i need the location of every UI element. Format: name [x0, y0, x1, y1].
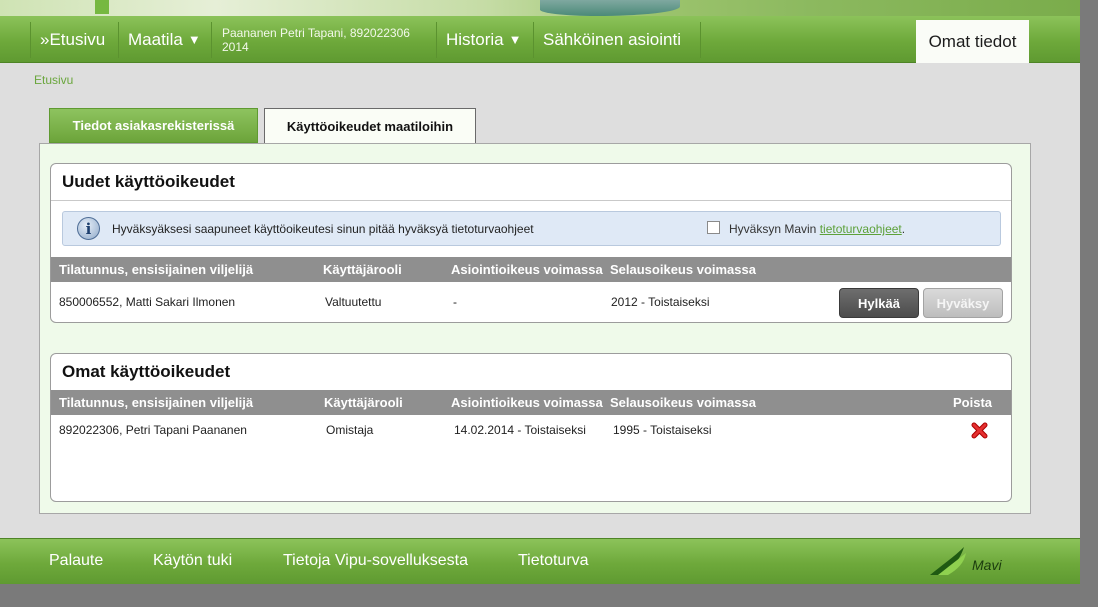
accept-label: Hyväksy — [936, 295, 990, 311]
panel-title: Omat käyttöoikeudet — [62, 362, 231, 381]
footer-link-tietoja[interactable]: Tietoja Vipu-sovelluksesta — [283, 552, 468, 570]
breadcrumb[interactable]: Etusivu — [34, 73, 73, 87]
nav-historia-label: Historia — [446, 29, 504, 49]
main-nav: »Etusivu Maatila ▼ Paananen Petri Tapani,… — [0, 16, 1080, 63]
cell-selausoikeus: 1995 - Toistaiseksi — [613, 423, 712, 437]
tab-label: Käyttöoikeudet maatiloihin — [286, 119, 454, 134]
nav-omat-label: Omat tiedot — [928, 31, 1017, 51]
window-edge — [1080, 0, 1098, 607]
nav-sahkoinen-label: Sähköinen asiointi — [543, 29, 681, 49]
column-header: Selausoikeus voimassa — [610, 395, 756, 410]
user-name-id: Paananen Petri Tapani, 892022306 — [222, 26, 410, 40]
mavi-logo-text: Mavi — [972, 557, 1002, 573]
cell-rooli: Omistaja — [326, 423, 374, 437]
info-text: Hyväksyäksesi saapuneet käyttöoikeutesi … — [112, 222, 534, 236]
cell-asiointioikeus: - — [453, 295, 457, 309]
accept-button[interactable]: Hyväksy — [923, 288, 1003, 318]
table-header: Tilatunnus, ensisijainen viljelijä Käytt… — [51, 390, 1011, 415]
reject-button[interactable]: Hylkää — [839, 288, 919, 318]
nav-sahkoinen-asiointi[interactable]: Sähköinen asiointi — [535, 16, 689, 63]
column-header: Asiointioikeus voimassa — [451, 395, 603, 410]
current-user-info: Paananen Petri Tapani, 892022306 2014 — [222, 26, 410, 54]
window-edge — [0, 584, 1098, 607]
nav-omat-tiedot[interactable]: Omat tiedot — [916, 20, 1029, 63]
delete-x-icon[interactable] — [971, 421, 989, 439]
column-header: Poista — [953, 395, 993, 410]
column-header: Tilatunnus, ensisijainen viljelijä — [59, 262, 254, 277]
column-header: Käyttäjärooli — [324, 395, 403, 410]
cell-tilatunnus: 850006552, Matti Sakari Ilmonen — [59, 295, 236, 309]
nav-maatila-label: Maatila — [128, 29, 183, 49]
info-notice: i Hyväksyäksesi saapuneet käyttöoikeutes… — [62, 211, 1001, 246]
accept-terms-checkbox[interactable] — [707, 221, 720, 234]
tietoturvaohjeet-link[interactable]: tietoturvaohjeet — [820, 222, 902, 236]
user-year: 2014 — [222, 40, 249, 54]
nav-etusivu-label: »Etusivu — [40, 29, 106, 49]
column-header: Käyttäjärooli — [323, 262, 402, 277]
banner-decoration — [95, 0, 109, 14]
footer: Palaute Käytön tuki Tietoja Vipu-sovellu… — [0, 538, 1080, 584]
cell-tilatunnus: 892022306, Petri Tapani Paananen — [59, 423, 247, 437]
nav-separator — [211, 22, 212, 58]
panel-title: Uudet käyttöoikeudet — [62, 172, 235, 191]
nav-historia[interactable]: Historia ▼ — [438, 16, 530, 63]
chevron-down-icon: ▼ — [508, 32, 522, 47]
tab-label: Tiedot asiakasrekisterissä — [72, 118, 235, 133]
column-header: Tilatunnus, ensisijainen viljelijä — [59, 395, 254, 410]
banner-decoration — [540, 0, 680, 16]
nav-separator — [436, 22, 437, 58]
nav-separator — [533, 22, 534, 58]
info-icon: i — [77, 217, 100, 240]
accept-suffix: . — [901, 222, 906, 236]
header-banner-image — [0, 0, 1080, 16]
column-header: Selausoikeus voimassa — [610, 262, 756, 277]
cell-rooli: Valtuutettu — [325, 295, 382, 309]
nav-separator — [30, 22, 31, 58]
footer-link-kayton-tuki[interactable]: Käytön tuki — [153, 552, 232, 570]
nav-etusivu[interactable]: »Etusivu — [32, 16, 113, 63]
nav-maatila[interactable]: Maatila ▼ — [120, 16, 209, 63]
cell-asiointioikeus: 14.02.2014 - Toistaiseksi — [454, 423, 586, 437]
chevron-down-icon: ▼ — [187, 32, 201, 47]
accept-terms-label: Hyväksyn Mavin tietoturvaohjeet. — [729, 222, 905, 236]
footer-link-palaute[interactable]: Palaute — [49, 552, 103, 570]
page: »Etusivu Maatila ▼ Paananen Petri Tapani,… — [0, 0, 1080, 607]
footer-link-tietoturva[interactable]: Tietoturva — [518, 552, 589, 570]
tab-kayttooikeudet[interactable]: Käyttöoikeudet maatiloihin — [264, 108, 476, 144]
table-header: Tilatunnus, ensisijainen viljelijä Käytt… — [51, 257, 1011, 282]
nav-separator — [118, 22, 119, 58]
nav-separator — [700, 22, 701, 58]
column-header: Asiointioikeus voimassa — [451, 262, 603, 277]
reject-label: Hylkää — [858, 295, 900, 311]
own-rights-panel: Omat käyttöoikeudet Tilatunnus, ensisija… — [50, 353, 1012, 502]
divider — [51, 200, 1011, 201]
accept-prefix: Hyväksyn Mavin — [729, 222, 820, 236]
tab-asiakasrekisteri[interactable]: Tiedot asiakasrekisterissä — [49, 108, 258, 143]
cell-selausoikeus: 2012 - Toistaiseksi — [611, 295, 710, 309]
breadcrumb-etusivu[interactable]: Etusivu — [34, 73, 73, 87]
